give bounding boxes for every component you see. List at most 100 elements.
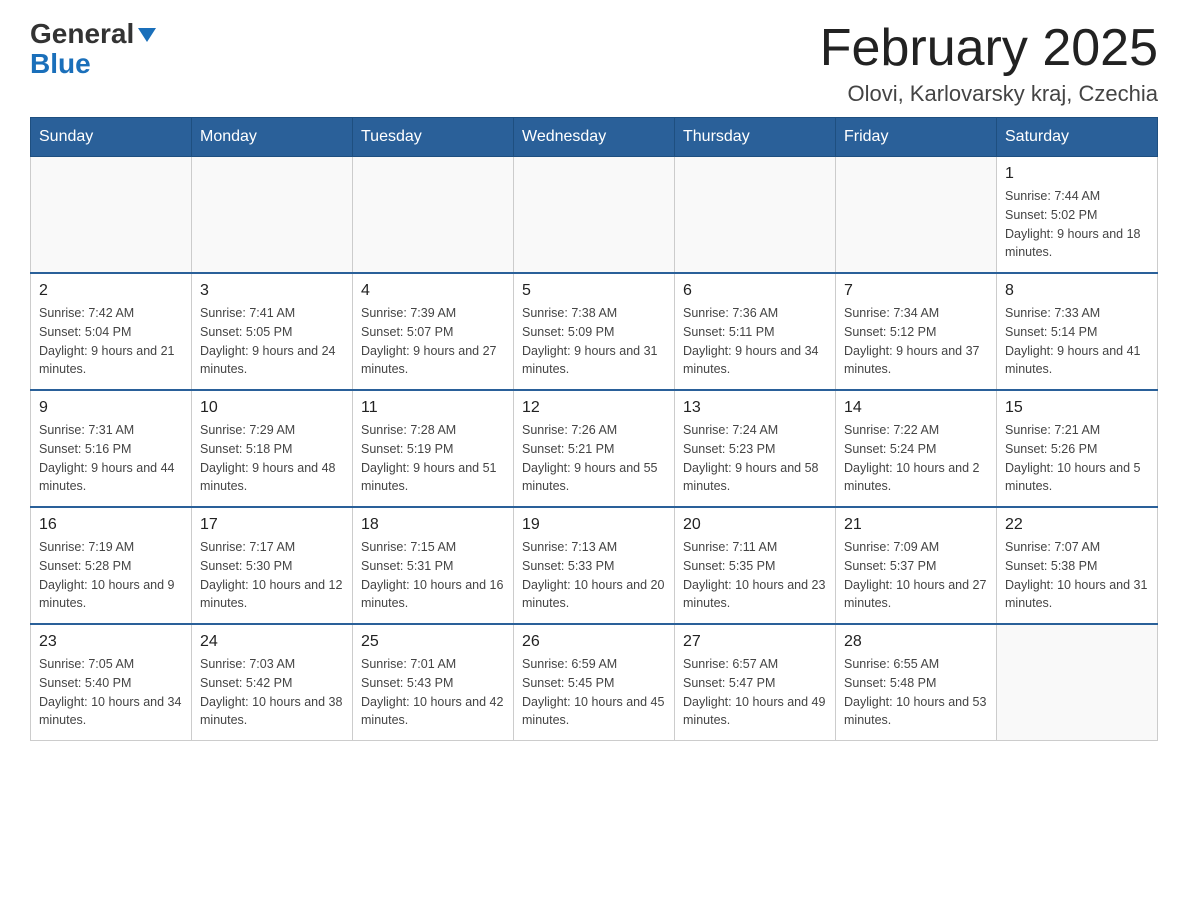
day-number: 16 xyxy=(39,516,183,534)
calendar-day-cell: 19 Sunrise: 7:13 AMSunset: 5:33 PMDayligh… xyxy=(514,507,675,624)
day-number: 25 xyxy=(361,633,505,651)
calendar-day-cell xyxy=(997,624,1158,741)
calendar-week-row: 2Sunrise: 7:42 AMSunset: 5:04 PMDaylight… xyxy=(31,273,1158,390)
day-info: Sunrise: 7:34 AMSunset: 5:12 PMDaylight:… xyxy=(844,304,988,379)
day-info: Sunrise: 7:15 AMSunset: 5:31 PMDaylight:… xyxy=(361,538,505,613)
day-number: 21 xyxy=(844,516,988,534)
month-title: February 2025 xyxy=(820,20,1158,77)
day-number: 3 xyxy=(200,282,344,300)
day-info: Sunrise: 7:03 AMSunset: 5:42 PMDaylight:… xyxy=(200,655,344,730)
day-number: 11 xyxy=(361,399,505,417)
day-number: 26 xyxy=(522,633,666,651)
calendar-day-cell: 1 Sunrise: 7:44 AMSunset: 5:02 PMDaylight… xyxy=(997,157,1158,274)
day-info: Sunrise: 7:28 AMSunset: 5:19 PMDaylight:… xyxy=(361,421,505,496)
day-info: Sunrise: 7:36 AMSunset: 5:11 PMDaylight:… xyxy=(683,304,827,379)
day-info: Sunrise: 7:29 AMSunset: 5:18 PMDaylight:… xyxy=(200,421,344,496)
day-number: 9 xyxy=(39,399,183,417)
day-info: Sunrise: 7:41 AMSunset: 5:05 PMDaylight:… xyxy=(200,304,344,379)
calendar-day-cell: 15 Sunrise: 7:21 AMSunset: 5:26 PMDayligh… xyxy=(997,390,1158,507)
day-info: Sunrise: 6:59 AMSunset: 5:45 PMDaylight:… xyxy=(522,655,666,730)
calendar-day-header: Sunday xyxy=(31,118,192,157)
day-info: Sunrise: 7:05 AMSunset: 5:40 PMDaylight:… xyxy=(39,655,183,730)
calendar-day-cell: 21 Sunrise: 7:09 AMSunset: 5:37 PMDayligh… xyxy=(836,507,997,624)
calendar-day-cell: 9 Sunrise: 7:31 AMSunset: 5:16 PMDaylight… xyxy=(31,390,192,507)
day-info: Sunrise: 7:31 AMSunset: 5:16 PMDaylight:… xyxy=(39,421,183,496)
calendar-day-cell: 10 Sunrise: 7:29 AMSunset: 5:18 PMDayligh… xyxy=(192,390,353,507)
calendar-day-cell xyxy=(31,157,192,274)
calendar-day-header: Saturday xyxy=(997,118,1158,157)
calendar-day-header: Friday xyxy=(836,118,997,157)
day-info: Sunrise: 7:07 AMSunset: 5:38 PMDaylight:… xyxy=(1005,538,1149,613)
day-number: 4 xyxy=(361,282,505,300)
calendar-day-cell: 28 Sunrise: 6:55 AMSunset: 5:48 PMDayligh… xyxy=(836,624,997,741)
calendar-day-cell: 24 Sunrise: 7:03 AMSunset: 5:42 PMDayligh… xyxy=(192,624,353,741)
logo-arrow-icon xyxy=(136,24,158,46)
day-number: 14 xyxy=(844,399,988,417)
calendar-table: SundayMondayTuesdayWednesdayThursdayFrid… xyxy=(30,117,1158,741)
calendar-day-cell: 12 Sunrise: 7:26 AMSunset: 5:21 PMDayligh… xyxy=(514,390,675,507)
day-info: Sunrise: 7:19 AMSunset: 5:28 PMDaylight:… xyxy=(39,538,183,613)
day-number: 24 xyxy=(200,633,344,651)
calendar-day-header: Thursday xyxy=(675,118,836,157)
day-info: Sunrise: 7:44 AMSunset: 5:02 PMDaylight:… xyxy=(1005,187,1149,262)
day-info: Sunrise: 6:55 AMSunset: 5:48 PMDaylight:… xyxy=(844,655,988,730)
day-number: 22 xyxy=(1005,516,1149,534)
day-number: 18 xyxy=(361,516,505,534)
day-number: 19 xyxy=(522,516,666,534)
calendar-day-cell: 4 Sunrise: 7:39 AMSunset: 5:07 PMDaylight… xyxy=(353,273,514,390)
day-info: Sunrise: 7:22 AMSunset: 5:24 PMDaylight:… xyxy=(844,421,988,496)
calendar-week-row: 23 Sunrise: 7:05 AMSunset: 5:40 PMDayligh… xyxy=(31,624,1158,741)
day-info: Sunrise: 7:24 AMSunset: 5:23 PMDaylight:… xyxy=(683,421,827,496)
day-number: 28 xyxy=(844,633,988,651)
day-number: 15 xyxy=(1005,399,1149,417)
calendar-day-cell xyxy=(836,157,997,274)
day-number: 8 xyxy=(1005,282,1149,300)
calendar-day-cell: 23 Sunrise: 7:05 AMSunset: 5:40 PMDayligh… xyxy=(31,624,192,741)
calendar-day-cell: 25 Sunrise: 7:01 AMSunset: 5:43 PMDayligh… xyxy=(353,624,514,741)
day-number: 23 xyxy=(39,633,183,651)
day-number: 7 xyxy=(844,282,988,300)
day-info: Sunrise: 7:11 AMSunset: 5:35 PMDaylight:… xyxy=(683,538,827,613)
calendar-day-cell xyxy=(514,157,675,274)
day-info: Sunrise: 7:09 AMSunset: 5:37 PMDaylight:… xyxy=(844,538,988,613)
logo-blue: Blue xyxy=(30,48,91,79)
calendar-header-row: SundayMondayTuesdayWednesdayThursdayFrid… xyxy=(31,118,1158,157)
calendar-day-header: Tuesday xyxy=(353,118,514,157)
calendar-day-cell: 16 Sunrise: 7:19 AMSunset: 5:28 PMDayligh… xyxy=(31,507,192,624)
calendar-day-cell: 7 Sunrise: 7:34 AMSunset: 5:12 PMDaylight… xyxy=(836,273,997,390)
calendar-week-row: 9 Sunrise: 7:31 AMSunset: 5:16 PMDaylight… xyxy=(31,390,1158,507)
day-number: 17 xyxy=(200,516,344,534)
calendar-week-row: 1 Sunrise: 7:44 AMSunset: 5:02 PMDaylight… xyxy=(31,157,1158,274)
day-info: Sunrise: 7:39 AMSunset: 5:07 PMDaylight:… xyxy=(361,304,505,379)
calendar-day-header: Monday xyxy=(192,118,353,157)
calendar-day-cell: 13Sunrise: 7:24 AMSunset: 5:23 PMDayligh… xyxy=(675,390,836,507)
title-block: February 2025 Olovi, Karlovarsky kraj, C… xyxy=(820,20,1158,107)
calendar-day-header: Wednesday xyxy=(514,118,675,157)
day-number: 1 xyxy=(1005,165,1149,183)
calendar-day-cell: 22 Sunrise: 7:07 AMSunset: 5:38 PMDayligh… xyxy=(997,507,1158,624)
calendar-day-cell: 5Sunrise: 7:38 AMSunset: 5:09 PMDaylight… xyxy=(514,273,675,390)
day-number: 12 xyxy=(522,399,666,417)
calendar-day-cell xyxy=(353,157,514,274)
day-info: Sunrise: 7:38 AMSunset: 5:09 PMDaylight:… xyxy=(522,304,666,379)
calendar-day-cell: 6 Sunrise: 7:36 AMSunset: 5:11 PMDaylight… xyxy=(675,273,836,390)
day-info: Sunrise: 7:33 AMSunset: 5:14 PMDaylight:… xyxy=(1005,304,1149,379)
day-number: 10 xyxy=(200,399,344,417)
calendar-day-cell: 8 Sunrise: 7:33 AMSunset: 5:14 PMDaylight… xyxy=(997,273,1158,390)
day-number: 6 xyxy=(683,282,827,300)
day-number: 27 xyxy=(683,633,827,651)
day-info: Sunrise: 6:57 AMSunset: 5:47 PMDaylight:… xyxy=(683,655,827,730)
calendar-day-cell: 18 Sunrise: 7:15 AMSunset: 5:31 PMDayligh… xyxy=(353,507,514,624)
calendar-day-cell: 2Sunrise: 7:42 AMSunset: 5:04 PMDaylight… xyxy=(31,273,192,390)
day-info: Sunrise: 7:01 AMSunset: 5:43 PMDaylight:… xyxy=(361,655,505,730)
day-info: Sunrise: 7:26 AMSunset: 5:21 PMDaylight:… xyxy=(522,421,666,496)
calendar-day-cell: 26 Sunrise: 6:59 AMSunset: 5:45 PMDayligh… xyxy=(514,624,675,741)
day-info: Sunrise: 7:21 AMSunset: 5:26 PMDaylight:… xyxy=(1005,421,1149,496)
calendar-day-cell: 3 Sunrise: 7:41 AMSunset: 5:05 PMDaylight… xyxy=(192,273,353,390)
logo-general: General xyxy=(30,20,134,48)
day-info: Sunrise: 7:13 AMSunset: 5:33 PMDaylight:… xyxy=(522,538,666,613)
calendar-day-cell: 27 Sunrise: 6:57 AMSunset: 5:47 PMDayligh… xyxy=(675,624,836,741)
calendar-day-cell xyxy=(192,157,353,274)
calendar-day-cell: 14 Sunrise: 7:22 AMSunset: 5:24 PMDayligh… xyxy=(836,390,997,507)
day-info: Sunrise: 7:42 AMSunset: 5:04 PMDaylight:… xyxy=(39,304,183,379)
